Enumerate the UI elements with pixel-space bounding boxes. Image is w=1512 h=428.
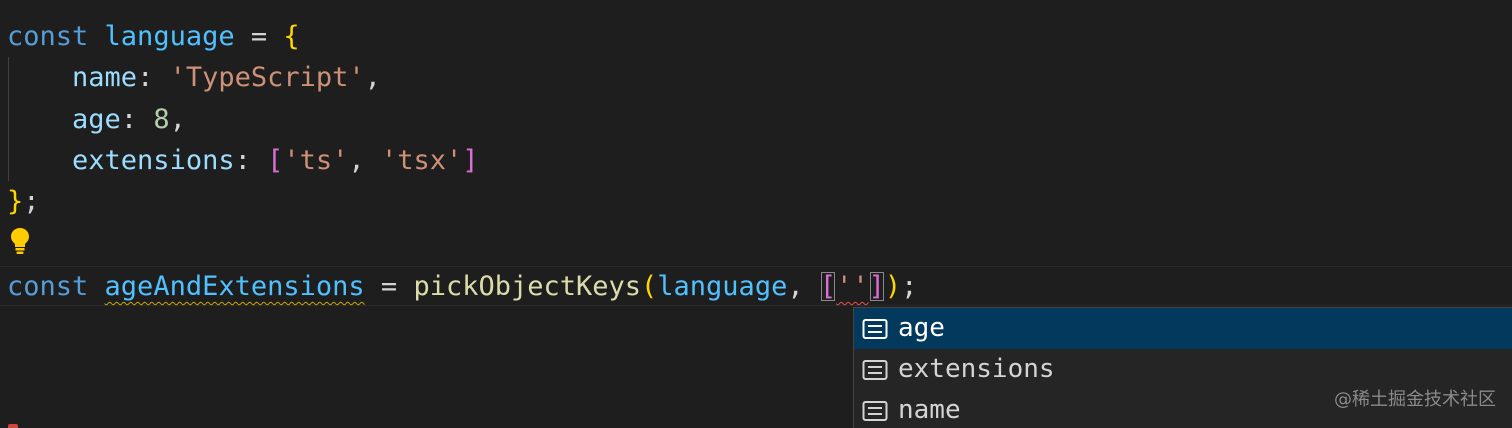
bracket: [	[267, 145, 284, 176]
string-literal: 'tsx'	[380, 145, 463, 176]
suggestion-label: name	[898, 395, 961, 425]
code-line-7[interactable]: const ageAndExtensions = pickObjectKeys(…	[7, 266, 917, 307]
argument: language	[657, 271, 788, 302]
property: age	[72, 104, 121, 135]
code-editor[interactable]: const language = { name: 'TypeScript', a…	[0, 0, 1512, 428]
lightbulb-icon[interactable]	[8, 226, 32, 256]
suggestion-label: age	[898, 313, 945, 343]
brace: {	[283, 21, 300, 52]
suggestion-label: extensions	[898, 354, 1055, 384]
code-line-4[interactable]: extensions: ['ts', 'tsx']	[7, 140, 479, 181]
brace: }	[7, 186, 24, 217]
field-icon	[862, 359, 888, 380]
error-gutter-marker	[8, 424, 18, 428]
property: name	[72, 62, 138, 93]
string-literal: 'TypeScript'	[169, 62, 365, 93]
bracket-match: [	[819, 271, 837, 302]
colon: :	[120, 104, 138, 135]
keyword: const	[7, 21, 89, 52]
code-line-2[interactable]: name: 'TypeScript',	[7, 57, 381, 98]
property: extensions	[72, 145, 235, 176]
bracket: ]	[462, 145, 479, 176]
watermark: @稀土掘金技术社区	[1334, 389, 1496, 410]
bracket-match: ]	[868, 271, 885, 302]
semicolon: ;	[23, 186, 40, 217]
operator: =	[380, 271, 398, 302]
comma: ,	[169, 104, 186, 135]
paren: )	[884, 271, 902, 302]
code-line-3[interactable]: age: 8,	[7, 99, 186, 140]
operator: =	[250, 21, 268, 52]
comma: ,	[787, 271, 804, 302]
identifier-warning[interactable]: ageAndExtensions	[105, 271, 365, 302]
paren: (	[641, 271, 658, 302]
semicolon: ;	[901, 271, 918, 302]
string-literal-error[interactable]: ''	[836, 271, 869, 302]
colon: :	[234, 145, 251, 176]
field-icon	[862, 318, 888, 339]
field-icon	[862, 400, 888, 421]
keyword: const	[7, 271, 89, 302]
colon: :	[137, 62, 154, 93]
identifier: language	[104, 21, 235, 52]
function-name: pickObjectKeys	[413, 271, 642, 302]
string-literal: 'ts'	[283, 145, 349, 176]
comma: ,	[348, 145, 365, 176]
suggestion-item-extensions[interactable]: extensions	[854, 349, 1512, 390]
code-line-1[interactable]: const language = {	[7, 16, 300, 57]
suggestion-item-age[interactable]: age	[854, 308, 1512, 349]
number-literal: 8	[153, 104, 170, 135]
code-line-5[interactable]: };	[7, 181, 40, 222]
comma: ,	[364, 62, 381, 93]
